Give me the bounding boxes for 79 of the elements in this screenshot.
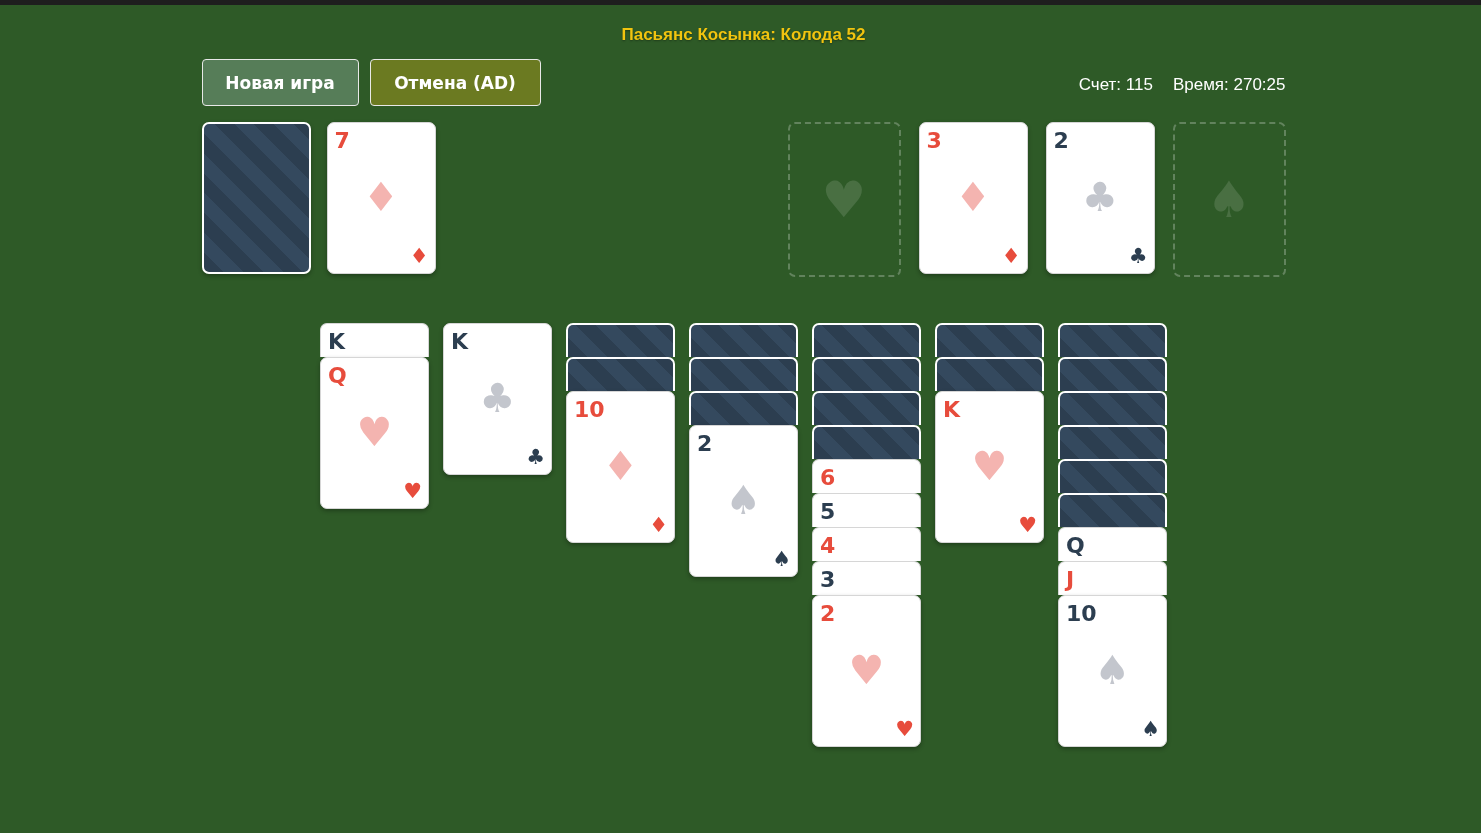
card-rank: Q xyxy=(1066,532,1085,560)
suit-symbol: ♥ xyxy=(847,648,886,692)
card-rank: 10 xyxy=(1066,600,1097,628)
playing-card[interactable]: 2 ♠ ♠ xyxy=(689,425,798,577)
card-rank: 6 xyxy=(820,464,836,492)
playing-card[interactable]: Q ♥ ♥ xyxy=(320,357,429,509)
card-rank: 7 xyxy=(334,127,350,155)
suit-symbol: ♠ xyxy=(1205,174,1253,226)
card-back[interactable] xyxy=(201,122,311,274)
playing-card[interactable]: J xyxy=(1058,561,1167,595)
card-rank: K xyxy=(943,396,961,424)
card-back[interactable] xyxy=(566,323,675,357)
suit-symbol: ♦ xyxy=(1001,245,1021,267)
suit-symbol: ♠ xyxy=(724,478,763,522)
card-rank: 2 xyxy=(820,600,836,628)
card-rank: K xyxy=(451,328,469,356)
card-back[interactable] xyxy=(812,357,921,391)
playing-card[interactable]: K ♥ ♥ xyxy=(935,391,1044,543)
playing-card[interactable]: 10 ♦ ♦ xyxy=(566,391,675,543)
playing-card[interactable]: 2 ♣ ♣ xyxy=(1045,122,1155,274)
card-rank: 2 xyxy=(697,430,713,458)
card-back[interactable] xyxy=(812,391,921,425)
playing-card[interactable]: 10 ♠ ♠ xyxy=(1058,595,1167,747)
suit-symbol: ♥ xyxy=(895,718,914,740)
new-game-button[interactable]: Новая игра xyxy=(201,59,359,106)
suit-symbol: ♦ xyxy=(362,175,400,219)
suit-symbol: ♣ xyxy=(1081,175,1119,219)
card-back[interactable] xyxy=(1058,493,1167,527)
playing-card[interactable]: 6 xyxy=(812,459,921,493)
suit-symbol: ♥ xyxy=(403,480,422,502)
playing-card[interactable]: 3 ♦ ♦ xyxy=(918,122,1028,274)
card-back[interactable] xyxy=(812,323,921,357)
suit-symbol: ♦ xyxy=(954,175,992,219)
time-text: Время: 270:25 xyxy=(1172,74,1286,95)
card-rank: 3 xyxy=(926,127,942,155)
undo-button[interactable]: Отмена (AD) xyxy=(369,59,541,106)
score-text: Счет: 115 xyxy=(1078,74,1153,95)
playing-card[interactable]: 7 ♦ ♦ xyxy=(326,122,436,274)
card-back[interactable] xyxy=(689,357,798,391)
playing-card[interactable]: 4 xyxy=(812,527,921,561)
card-back[interactable] xyxy=(1058,357,1167,391)
suit-symbol: ♥ xyxy=(820,174,868,226)
playing-card[interactable]: K ♣ ♣ xyxy=(443,323,552,475)
card-rank: 3 xyxy=(820,566,836,594)
suit-symbol: ♠ xyxy=(772,548,791,570)
card-rank: 4 xyxy=(820,532,836,560)
playing-card[interactable]: K xyxy=(320,323,429,357)
suit-symbol: ♣ xyxy=(1128,245,1148,267)
card-back[interactable] xyxy=(1058,425,1167,459)
suit-symbol: ♦ xyxy=(649,514,668,536)
suit-symbol: ♥ xyxy=(1018,514,1037,536)
card-back[interactable] xyxy=(566,357,675,391)
card-back[interactable] xyxy=(1058,323,1167,357)
card-rank: Q xyxy=(328,362,347,390)
suit-symbol: ♠ xyxy=(1141,718,1160,740)
card-back[interactable] xyxy=(689,323,798,357)
card-rank: 5 xyxy=(820,498,836,526)
playing-card[interactable]: 5 xyxy=(812,493,921,527)
card-back[interactable] xyxy=(1058,391,1167,425)
card-back[interactable] xyxy=(812,425,921,459)
suit-symbol: ♣ xyxy=(478,376,517,420)
suit-symbol: ♠ xyxy=(1093,648,1132,692)
suit-symbol: ♣ xyxy=(526,446,545,468)
suit-symbol: ♥ xyxy=(970,444,1009,488)
suit-symbol: ♦ xyxy=(409,245,429,267)
card-back[interactable] xyxy=(1058,459,1167,493)
card-rank: 10 xyxy=(574,396,605,424)
card-back[interactable] xyxy=(935,357,1044,391)
card-back[interactable] xyxy=(935,323,1044,357)
card-rank: J xyxy=(1066,566,1075,594)
playing-card[interactable]: 3 xyxy=(812,561,921,595)
playing-card[interactable]: 2 ♥ ♥ xyxy=(812,595,921,747)
card-back[interactable] xyxy=(689,391,798,425)
card-rank: K xyxy=(328,328,346,356)
suit-symbol: ♥ xyxy=(355,410,394,454)
card-rank: 2 xyxy=(1053,127,1069,155)
game-title: Пасьянс Косынка: Колода 52 xyxy=(620,24,867,45)
suit-symbol: ♦ xyxy=(601,444,640,488)
playing-card[interactable]: Q xyxy=(1058,527,1167,561)
